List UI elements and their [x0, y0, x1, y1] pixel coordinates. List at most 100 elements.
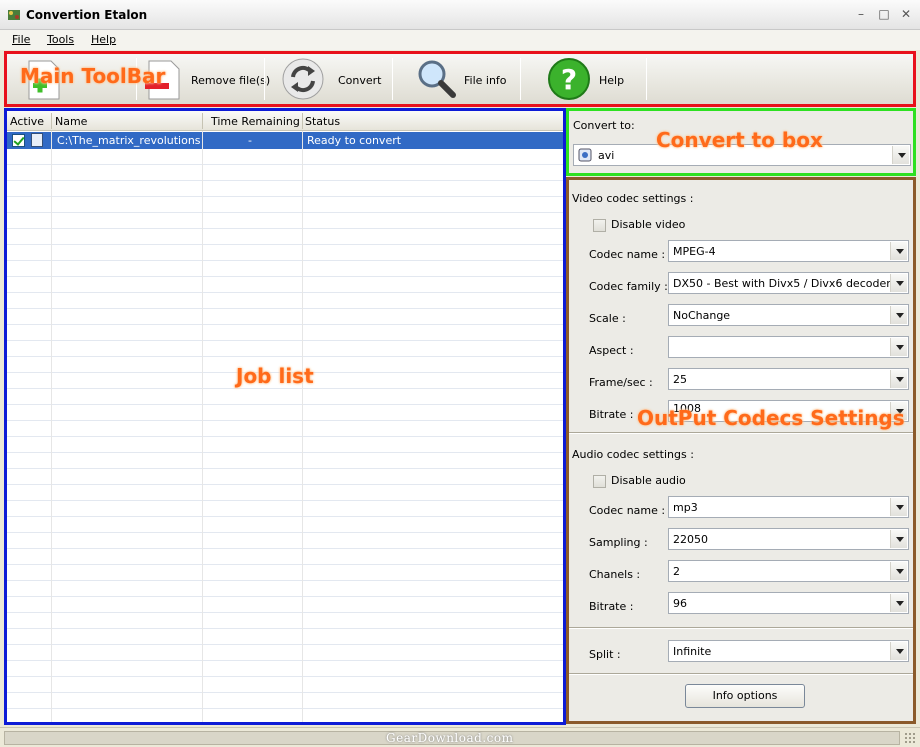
video-bitrate-label: Bitrate : [589, 408, 634, 421]
chevron-down-icon[interactable] [890, 370, 907, 388]
sampling-select[interactable]: 22050 [668, 528, 909, 550]
audio-bitrate-select[interactable]: 96 [668, 592, 909, 614]
job-list[interactable]: Active Name Time Remaining Status C:\The… [4, 108, 566, 725]
help-button[interactable]: ? Help [523, 54, 645, 104]
menu-help[interactable]: Help [91, 33, 116, 46]
menu-tools[interactable]: Tools [47, 33, 74, 46]
column-active[interactable]: Active [10, 115, 44, 128]
section-divider [569, 674, 913, 675]
convert-label: Convert [338, 74, 382, 87]
job-name: C:\The_matrix_revolutions-... [57, 134, 200, 147]
toolbar-separator [136, 58, 137, 100]
audio-codec-name-value: mp3 [673, 501, 698, 514]
video-bitrate-select[interactable]: 1008 [668, 400, 909, 422]
job-status: Ready to convert [307, 134, 402, 147]
audio-bitrate-value: 96 [673, 597, 687, 610]
menu-bar: File Tools Help [0, 30, 920, 50]
chevron-down-icon[interactable] [890, 498, 907, 516]
section-divider [569, 628, 913, 629]
file-info-button[interactable]: File info [395, 54, 519, 104]
video-codec-name-label: Codec name : [589, 248, 666, 261]
video-bitrate-value: 1008 [673, 402, 701, 415]
job-time-remaining: - [248, 134, 252, 147]
grid-line [51, 131, 52, 722]
frame-rate-value: 25 [673, 373, 687, 386]
toolbar-separator [264, 58, 265, 100]
video-codec-name-value: MPEG-4 [673, 245, 716, 258]
column-separator[interactable] [302, 113, 303, 129]
info-options-button[interactable]: Info options [685, 684, 805, 708]
chevron-down-icon[interactable] [890, 594, 907, 612]
menu-file[interactable]: File [12, 33, 30, 46]
video-settings-title: Video codec settings : [572, 192, 694, 205]
table-row[interactable]: C:\The_matrix_revolutions-... - Ready to… [7, 132, 563, 149]
svg-text:?: ? [561, 63, 577, 96]
scale-value: NoChange [673, 309, 731, 322]
codec-family-select[interactable]: DX50 - Best with Divx5 / Divx6 decoders [668, 272, 909, 294]
convert-to-select[interactable]: avi [573, 144, 911, 166]
active-checkbox[interactable] [12, 134, 25, 147]
convert-button[interactable]: Convert [267, 54, 391, 104]
split-select[interactable]: Infinite [668, 640, 909, 662]
help-icon: ? [548, 58, 590, 100]
chevron-down-icon[interactable] [890, 242, 907, 260]
grid-line [302, 131, 303, 722]
audio-codec-name-select[interactable]: mp3 [668, 496, 909, 518]
audio-settings-title: Audio codec settings : [572, 448, 694, 461]
chevron-down-icon[interactable] [890, 562, 907, 580]
scale-label: Scale : [589, 312, 626, 325]
aspect-select[interactable] [668, 336, 909, 358]
aspect-label: Aspect : [589, 344, 634, 357]
close-button[interactable]: ✕ [899, 7, 913, 21]
column-name[interactable]: Name [55, 115, 87, 128]
channels-label: Chanels : [589, 568, 641, 581]
toolbar-separator [520, 58, 521, 100]
magnifier-icon [418, 60, 456, 98]
window-title: Convertion Etalon [26, 8, 148, 22]
codec-family-label: Codec family : [589, 280, 668, 293]
channels-select[interactable]: 2 [668, 560, 909, 582]
main-toolbar: Remove file(s) Convert File info ? Help [4, 51, 916, 107]
convert-arrows-icon [282, 58, 324, 100]
job-list-empty-area [7, 149, 563, 722]
convert-to-label: Convert to: [573, 119, 635, 132]
frame-rate-select[interactable]: 25 [668, 368, 909, 390]
column-status[interactable]: Status [305, 115, 340, 128]
add-file-icon [28, 60, 60, 100]
minimize-button[interactable]: – [854, 7, 868, 21]
column-separator[interactable] [202, 113, 203, 129]
help-label: Help [599, 74, 625, 87]
format-icon [578, 148, 592, 162]
convert-to-box: Convert to: avi [566, 108, 916, 176]
sampling-label: Sampling : [589, 536, 648, 549]
sampling-value: 22050 [673, 533, 708, 546]
remove-files-label: Remove file(s) [191, 74, 271, 87]
chevron-down-icon[interactable] [890, 642, 907, 660]
scale-select[interactable]: NoChange [668, 304, 909, 326]
video-codec-name-select[interactable]: MPEG-4 [668, 240, 909, 262]
audio-codec-name-label: Codec name : [589, 504, 666, 517]
column-separator[interactable] [51, 113, 52, 129]
split-label: Split : [589, 648, 621, 661]
resize-grip[interactable] [904, 732, 916, 744]
chevron-down-icon[interactable] [890, 274, 907, 292]
column-time-remaining[interactable]: Time Remaining [211, 115, 300, 128]
channels-value: 2 [673, 565, 680, 578]
chevron-down-icon[interactable] [890, 306, 907, 324]
chevron-down-icon[interactable] [892, 146, 909, 164]
toolbar-separator [646, 58, 647, 100]
disable-video-label: Disable video [611, 218, 686, 231]
disable-audio-checkbox[interactable] [593, 475, 606, 488]
video-file-icon [31, 133, 43, 147]
chevron-down-icon[interactable] [890, 338, 907, 356]
codec-family-value: DX50 - Best with Divx5 / Divx6 decoders [673, 277, 897, 290]
convert-to-value: avi [598, 149, 615, 162]
chevron-down-icon[interactable] [890, 402, 907, 420]
watermark: GearDownload.com [386, 731, 514, 745]
chevron-down-icon[interactable] [890, 530, 907, 548]
maximize-button[interactable]: □ [877, 7, 891, 21]
remove-files-button[interactable]: Remove file(s) [139, 54, 270, 104]
disable-video-checkbox[interactable] [593, 219, 606, 232]
file-info-label: File info [464, 74, 507, 87]
add-files-button[interactable] [13, 54, 135, 104]
